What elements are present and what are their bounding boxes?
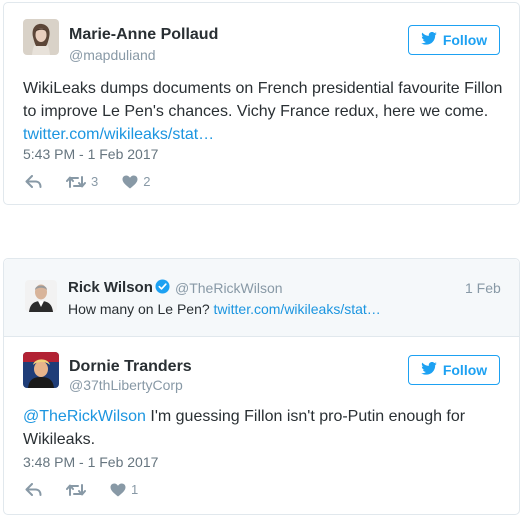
author-handle[interactable]: @mapduliand <box>69 47 156 63</box>
quoted-text: How many on Le Pen? twitter.com/wikileak… <box>68 299 508 319</box>
tweet-card-1: Marie-Anne Pollaud @mapduliand Follow Wi… <box>3 2 520 205</box>
heart-icon <box>122 175 138 189</box>
reply-icon <box>25 482 42 497</box>
retweet-button[interactable]: 3 <box>66 174 98 189</box>
tweet-actions: 1 <box>25 482 138 497</box>
verified-badge-icon <box>155 279 170 299</box>
heart-icon <box>110 483 126 497</box>
like-count: 2 <box>143 174 151 189</box>
avatar-marie-anne-pollaud[interactable] <box>23 19 59 55</box>
like-button[interactable]: 2 <box>122 174 150 189</box>
tweet-link[interactable]: twitter.com/wikileaks/stat… <box>23 126 214 143</box>
retweet-count: 3 <box>91 174 99 189</box>
quoted-date[interactable]: 1 Feb <box>465 280 501 296</box>
tweet-actions: 3 2 <box>25 174 150 189</box>
retweet-icon <box>66 483 86 497</box>
reply-icon <box>25 174 42 189</box>
follow-button[interactable]: Follow <box>408 25 500 55</box>
divider <box>4 336 519 337</box>
in-reply-to-context[interactable] <box>4 259 519 336</box>
like-button[interactable]: 1 <box>110 482 138 497</box>
twitter-bird-icon <box>421 31 437 48</box>
reply-button[interactable] <box>25 174 42 189</box>
reply-button[interactable] <box>25 482 42 497</box>
retweet-icon <box>66 175 86 189</box>
retweet-button[interactable] <box>66 483 86 497</box>
tweet-text: WikiLeaks dumps documents on French pres… <box>23 77 503 146</box>
follow-button[interactable]: Follow <box>408 355 500 385</box>
tweet-mention[interactable]: @TheRickWilson <box>23 408 146 425</box>
tweet-text: @TheRickWilson I'm guessing Fillon isn't… <box>23 405 493 451</box>
tweet-text-body: WikiLeaks dumps documents on French pres… <box>23 80 503 120</box>
author-name[interactable]: Dornie Tranders <box>69 358 192 376</box>
follow-label: Follow <box>442 362 488 378</box>
quoted-link[interactable]: twitter.com/wikileaks/stat… <box>214 301 381 317</box>
tweet-timestamp[interactable]: 5:43 PM - 1 Feb 2017 <box>23 146 158 162</box>
twitter-bird-icon <box>421 361 437 378</box>
like-count: 1 <box>131 482 139 497</box>
quoted-text-body: How many on Le Pen? <box>68 301 214 317</box>
quoted-author-handle[interactable]: @TheRickWilson <box>175 280 283 296</box>
tweet-timestamp[interactable]: 3:48 PM - 1 Feb 2017 <box>23 454 158 470</box>
author-handle[interactable]: @37thLibertyCorp <box>69 377 183 393</box>
tweet-card-2: Rick Wilson @TheRickWilson 1 Feb How man… <box>3 258 520 515</box>
quoted-author-name[interactable]: Rick Wilson <box>68 279 153 296</box>
avatar-dornie-tranders[interactable] <box>23 352 59 388</box>
author-name[interactable]: Marie-Anne Pollaud <box>69 26 218 44</box>
avatar-rick-wilson[interactable] <box>25 280 57 312</box>
follow-label: Follow <box>442 32 488 48</box>
